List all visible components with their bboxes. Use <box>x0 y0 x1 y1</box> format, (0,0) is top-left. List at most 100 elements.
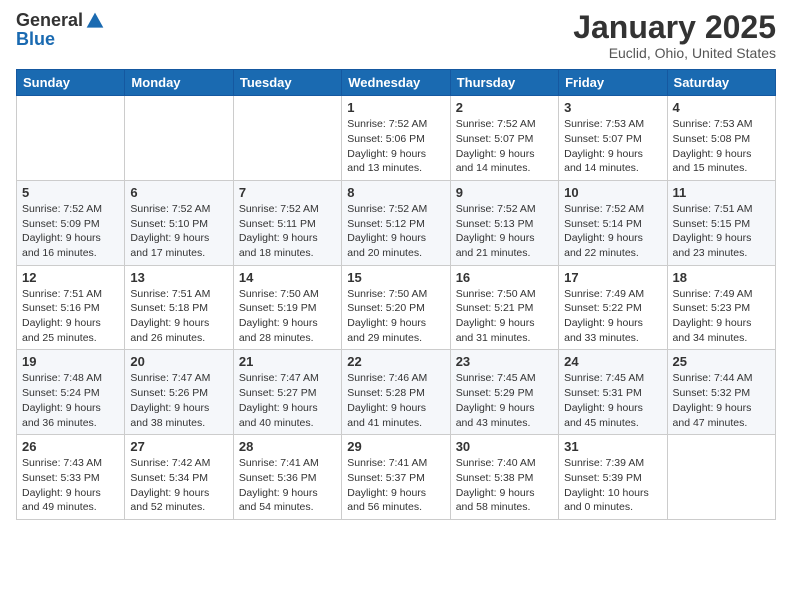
day-info: Sunrise: 7:45 AMSunset: 5:31 PMDaylight:… <box>564 371 661 430</box>
calendar-cell: 22 Sunrise: 7:46 AMSunset: 5:28 PMDayligh… <box>342 350 450 435</box>
day-info: Sunrise: 7:47 AMSunset: 5:27 PMDaylight:… <box>239 371 336 430</box>
day-info: Sunrise: 7:49 AMSunset: 5:22 PMDaylight:… <box>564 287 661 346</box>
week-row-2: 5 Sunrise: 7:52 AMSunset: 5:09 PMDaylight… <box>17 180 776 265</box>
day-number: 15 <box>347 270 444 285</box>
day-number: 28 <box>239 439 336 454</box>
day-number: 14 <box>239 270 336 285</box>
day-info: Sunrise: 7:53 AMSunset: 5:07 PMDaylight:… <box>564 117 661 176</box>
day-info: Sunrise: 7:48 AMSunset: 5:24 PMDaylight:… <box>22 371 119 430</box>
day-number: 7 <box>239 185 336 200</box>
calendar-cell: 6 Sunrise: 7:52 AMSunset: 5:10 PMDaylight… <box>125 180 233 265</box>
calendar-cell: 8 Sunrise: 7:52 AMSunset: 5:12 PMDaylight… <box>342 180 450 265</box>
calendar-cell: 24 Sunrise: 7:45 AMSunset: 5:31 PMDayligh… <box>559 350 667 435</box>
calendar-cell <box>17 96 125 181</box>
day-number: 30 <box>456 439 553 454</box>
day-number: 22 <box>347 354 444 369</box>
day-info: Sunrise: 7:52 AMSunset: 5:12 PMDaylight:… <box>347 202 444 261</box>
day-number: 3 <box>564 100 661 115</box>
calendar-cell <box>667 435 775 520</box>
calendar-cell: 16 Sunrise: 7:50 AMSunset: 5:21 PMDayligh… <box>450 265 558 350</box>
day-info: Sunrise: 7:52 AMSunset: 5:13 PMDaylight:… <box>456 202 553 261</box>
day-number: 5 <box>22 185 119 200</box>
day-info: Sunrise: 7:52 AMSunset: 5:14 PMDaylight:… <box>564 202 661 261</box>
day-info: Sunrise: 7:44 AMSunset: 5:32 PMDaylight:… <box>673 371 770 430</box>
day-info: Sunrise: 7:52 AMSunset: 5:11 PMDaylight:… <box>239 202 336 261</box>
day-info: Sunrise: 7:52 AMSunset: 5:07 PMDaylight:… <box>456 117 553 176</box>
day-info: Sunrise: 7:53 AMSunset: 5:08 PMDaylight:… <box>673 117 770 176</box>
calendar-cell: 11 Sunrise: 7:51 AMSunset: 5:15 PMDayligh… <box>667 180 775 265</box>
day-info: Sunrise: 7:47 AMSunset: 5:26 PMDaylight:… <box>130 371 227 430</box>
calendar-cell: 3 Sunrise: 7:53 AMSunset: 5:07 PMDaylight… <box>559 96 667 181</box>
day-info: Sunrise: 7:50 AMSunset: 5:20 PMDaylight:… <box>347 287 444 346</box>
week-row-1: 1Sunrise: 7:52 AMSunset: 5:06 PMDaylight… <box>17 96 776 181</box>
weekday-header-wednesday: Wednesday <box>342 70 450 96</box>
calendar-cell: 5 Sunrise: 7:52 AMSunset: 5:09 PMDaylight… <box>17 180 125 265</box>
day-number: 4 <box>673 100 770 115</box>
day-number: 8 <box>347 185 444 200</box>
day-number: 25 <box>673 354 770 369</box>
day-info: Sunrise: 7:43 AMSunset: 5:33 PMDaylight:… <box>22 456 119 515</box>
day-number: 9 <box>456 185 553 200</box>
day-number: 10 <box>564 185 661 200</box>
day-number: 31 <box>564 439 661 454</box>
day-info: Sunrise: 7:46 AMSunset: 5:28 PMDaylight:… <box>347 371 444 430</box>
calendar-cell: 25 Sunrise: 7:44 AMSunset: 5:32 PMDayligh… <box>667 350 775 435</box>
logo-blue-text: Blue <box>16 29 55 49</box>
day-number: 27 <box>130 439 227 454</box>
title-block: January 2025 Euclid, Ohio, United States <box>573 10 776 61</box>
calendar-cell <box>233 96 341 181</box>
page: General Blue January 2025 Euclid, Ohio, … <box>0 0 792 612</box>
weekday-header-sunday: Sunday <box>17 70 125 96</box>
week-row-3: 12Sunrise: 7:51 AMSunset: 5:16 PMDayligh… <box>17 265 776 350</box>
day-info: Sunrise: 7:52 AMSunset: 5:10 PMDaylight:… <box>130 202 227 261</box>
calendar-cell: 19Sunrise: 7:48 AMSunset: 5:24 PMDayligh… <box>17 350 125 435</box>
weekday-header-row: SundayMondayTuesdayWednesdayThursdayFrid… <box>17 70 776 96</box>
calendar-cell: 9 Sunrise: 7:52 AMSunset: 5:13 PMDaylight… <box>450 180 558 265</box>
day-info: Sunrise: 7:50 AMSunset: 5:19 PMDaylight:… <box>239 287 336 346</box>
weekday-header-friday: Friday <box>559 70 667 96</box>
day-number: 23 <box>456 354 553 369</box>
calendar-cell: 2Sunrise: 7:52 AMSunset: 5:07 PMDaylight… <box>450 96 558 181</box>
calendar-cell <box>125 96 233 181</box>
day-info: Sunrise: 7:49 AMSunset: 5:23 PMDaylight:… <box>673 287 770 346</box>
calendar-cell: 15 Sunrise: 7:50 AMSunset: 5:20 PMDayligh… <box>342 265 450 350</box>
day-number: 6 <box>130 185 227 200</box>
day-number: 20 <box>130 354 227 369</box>
calendar-table: SundayMondayTuesdayWednesdayThursdayFrid… <box>16 69 776 520</box>
day-number: 11 <box>673 185 770 200</box>
day-info: Sunrise: 7:42 AMSunset: 5:34 PMDaylight:… <box>130 456 227 515</box>
day-number: 13 <box>130 270 227 285</box>
calendar-cell: 7 Sunrise: 7:52 AMSunset: 5:11 PMDaylight… <box>233 180 341 265</box>
day-number: 17 <box>564 270 661 285</box>
logo-general-text: General <box>16 10 83 31</box>
day-number: 24 <box>564 354 661 369</box>
day-info: Sunrise: 7:51 AMSunset: 5:16 PMDaylight:… <box>22 287 119 346</box>
day-info: Sunrise: 7:40 AMSunset: 5:38 PMDaylight:… <box>456 456 553 515</box>
day-number: 16 <box>456 270 553 285</box>
day-number: 26 <box>22 439 119 454</box>
calendar-cell: 10 Sunrise: 7:52 AMSunset: 5:14 PMDayligh… <box>559 180 667 265</box>
calendar-cell: 17 Sunrise: 7:49 AMSunset: 5:22 PMDayligh… <box>559 265 667 350</box>
calendar-cell: 1Sunrise: 7:52 AMSunset: 5:06 PMDaylight… <box>342 96 450 181</box>
day-number: 21 <box>239 354 336 369</box>
weekday-header-saturday: Saturday <box>667 70 775 96</box>
calendar-cell: 31Sunrise: 7:39 AMSunset: 5:39 PMDayligh… <box>559 435 667 520</box>
day-info: Sunrise: 7:51 AMSunset: 5:18 PMDaylight:… <box>130 287 227 346</box>
week-row-4: 19Sunrise: 7:48 AMSunset: 5:24 PMDayligh… <box>17 350 776 435</box>
logo-icon <box>85 11 105 31</box>
logo: General Blue <box>16 10 105 50</box>
calendar-cell: 20 Sunrise: 7:47 AMSunset: 5:26 PMDayligh… <box>125 350 233 435</box>
calendar-cell: 12Sunrise: 7:51 AMSunset: 5:16 PMDayligh… <box>17 265 125 350</box>
day-info: Sunrise: 7:50 AMSunset: 5:21 PMDaylight:… <box>456 287 553 346</box>
weekday-header-thursday: Thursday <box>450 70 558 96</box>
calendar-cell: 23 Sunrise: 7:45 AMSunset: 5:29 PMDayligh… <box>450 350 558 435</box>
calendar-cell: 28 Sunrise: 7:41 AMSunset: 5:36 PMDayligh… <box>233 435 341 520</box>
day-info: Sunrise: 7:41 AMSunset: 5:36 PMDaylight:… <box>239 456 336 515</box>
calendar-cell: 18Sunrise: 7:49 AMSunset: 5:23 PMDayligh… <box>667 265 775 350</box>
day-info: Sunrise: 7:51 AMSunset: 5:15 PMDaylight:… <box>673 202 770 261</box>
weekday-header-tuesday: Tuesday <box>233 70 341 96</box>
calendar-cell: 27 Sunrise: 7:42 AMSunset: 5:34 PMDayligh… <box>125 435 233 520</box>
day-info: Sunrise: 7:52 AMSunset: 5:06 PMDaylight:… <box>347 117 444 176</box>
day-info: Sunrise: 7:52 AMSunset: 5:09 PMDaylight:… <box>22 202 119 261</box>
day-info: Sunrise: 7:45 AMSunset: 5:29 PMDaylight:… <box>456 371 553 430</box>
